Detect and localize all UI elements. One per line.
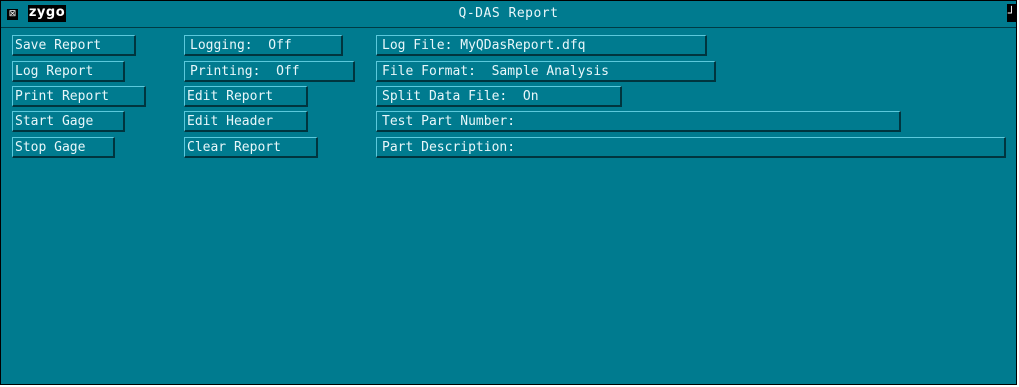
log-report-button[interactable]: Log Report <box>12 61 125 82</box>
edit-header-button[interactable]: Edit Header <box>184 111 308 132</box>
part-description-field[interactable]: Part Description: <box>376 137 1006 158</box>
title-bar: ⊠ zygo Q-DAS Report ┘ <box>1 1 1016 28</box>
start-gage-button[interactable]: Start Gage <box>12 111 125 132</box>
printing-toggle[interactable]: Printing: Off <box>184 61 355 82</box>
edit-report-button[interactable]: Edit Report <box>184 86 308 107</box>
pin-icon[interactable]: ┘ <box>1007 4 1016 22</box>
split-data-file-field[interactable]: Split Data File: On <box>376 86 622 107</box>
stop-gage-button[interactable]: Stop Gage <box>12 137 115 158</box>
logging-toggle[interactable]: Logging: Off <box>184 35 343 56</box>
clear-report-button[interactable]: Clear Report <box>184 137 318 158</box>
file-format-field[interactable]: File Format: Sample Analysis <box>376 61 716 82</box>
test-part-number-field[interactable]: Test Part Number: <box>376 111 901 132</box>
print-report-button[interactable]: Print Report <box>12 86 146 107</box>
save-report-button[interactable]: Save Report <box>12 35 136 56</box>
window-title: Q-DAS Report <box>458 6 559 21</box>
qdas-report-window: ⊠ zygo Q-DAS Report ┘ Save Report Log Re… <box>0 0 1017 385</box>
log-file-field[interactable]: Log File: MyQDasReport.dfq <box>376 35 707 56</box>
